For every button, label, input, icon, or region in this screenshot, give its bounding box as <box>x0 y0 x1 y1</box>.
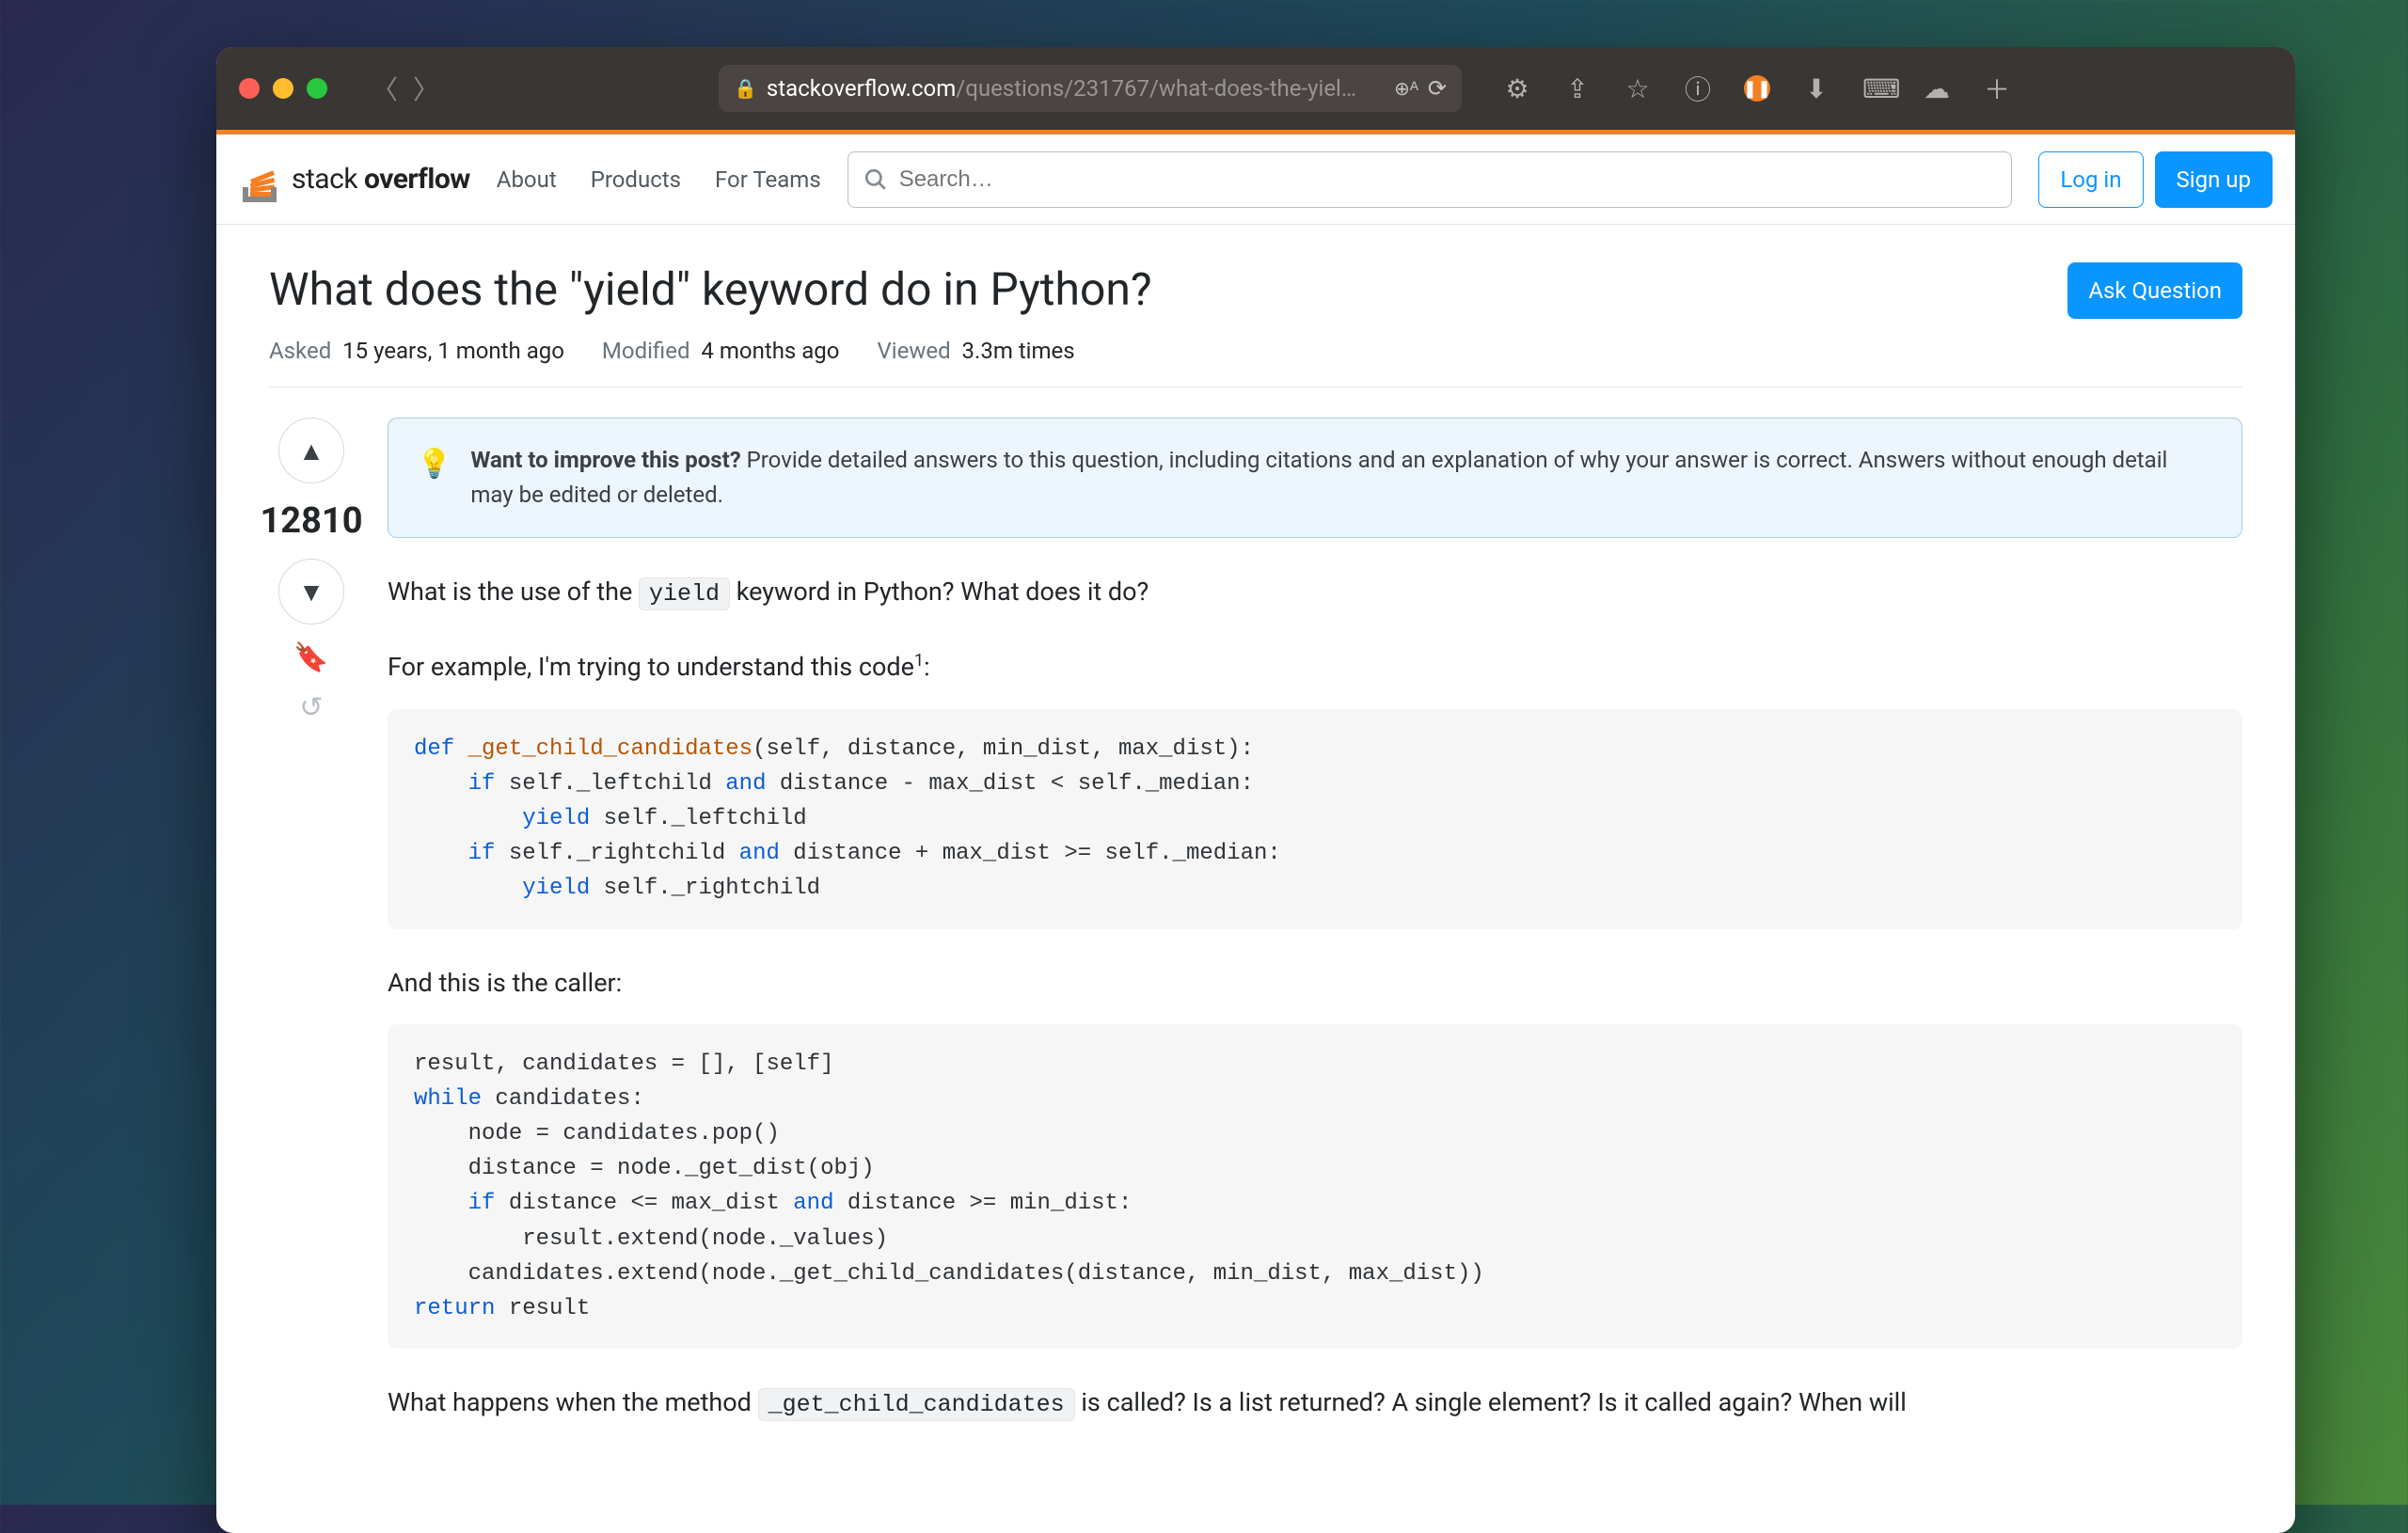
question-body: ▲ 12810 ▼ 🔖 ↺ 💡 Want to improve this pos… <box>269 418 2242 1424</box>
keyboard-icon[interactable]: ⌨ <box>1862 73 1891 104</box>
share-icon[interactable]: ⇪ <box>1563 73 1592 104</box>
search-icon <box>863 167 888 192</box>
asked-value: 15 years, 1 month ago <box>342 338 564 364</box>
inline-code-yield: yield <box>639 577 730 610</box>
lightbulb-icon: 💡 <box>417 443 452 513</box>
viewed-label: Viewed <box>877 338 950 364</box>
search-input[interactable] <box>899 166 1997 193</box>
nav-arrows: 〈 〉 <box>369 70 442 107</box>
close-window-button[interactable] <box>239 78 260 99</box>
question-meta: Asked 15 years, 1 month ago Modified 4 m… <box>269 338 2242 387</box>
question-header: What does the "yield" keyword do in Pyth… <box>269 262 2242 319</box>
toolbar-icons: ⚙︎ ⇪ ☆ ⓘ ❚❚ ⬇ ⌨ ☁ ＋ <box>1503 70 2011 107</box>
code-block-2: result, candidates = [], [self] while ca… <box>388 1024 2242 1350</box>
improve-notice: 💡 Want to improve this post? Provide det… <box>388 418 2242 538</box>
forward-button[interactable]: 〉 <box>410 70 442 107</box>
ask-question-button[interactable]: Ask Question <box>2067 262 2242 319</box>
viewed-value: 3.3m times <box>962 338 1075 364</box>
bookmark-icon[interactable]: 🔖 <box>293 641 328 674</box>
download-icon[interactable]: ⬇ <box>1802 73 1830 104</box>
url-domain: stackoverflow.com/questions/231767/what-… <box>767 75 1356 102</box>
notice-lead: Want to improve this post? <box>470 447 740 473</box>
lock-icon: 🔒 <box>734 77 757 100</box>
logo-icon <box>239 157 284 202</box>
logo-text: stack overflow <box>292 163 470 196</box>
back-button[interactable]: 〈 <box>369 70 401 107</box>
reload-icon[interactable]: ⟳ <box>1428 75 1447 102</box>
nav-products[interactable]: Products <box>591 166 681 193</box>
inline-code-method: _get_child_candidates <box>758 1388 1075 1421</box>
modified-label: Modified <box>602 338 690 364</box>
new-tab-icon[interactable]: ＋ <box>1983 70 2011 107</box>
page-content: What does the "yield" keyword do in Pyth… <box>216 225 2295 1462</box>
history-icon[interactable]: ↺ <box>299 691 323 724</box>
browser-window: 〈 〉 🔒 stackoverflow.com/questions/231767… <box>216 47 2295 1533</box>
url-trailing-icons: ⊕ᴬ ⟳ <box>1394 75 1447 102</box>
auth-buttons: Log in Sign up <box>2038 151 2273 208</box>
maximize-window-button[interactable] <box>307 78 327 99</box>
info-icon[interactable]: ⓘ <box>1684 70 1712 107</box>
nav-about[interactable]: About <box>497 166 557 193</box>
site-logo[interactable]: stack overflow <box>239 157 470 202</box>
modified-value: 4 months ago <box>701 338 839 364</box>
nav-teams[interactable]: For Teams <box>715 166 821 193</box>
minimize-window-button[interactable] <box>273 78 293 99</box>
code-block-1: def _get_child_candidates(self, distance… <box>388 709 2242 929</box>
titlebar: 〈 〉 🔒 stackoverflow.com/questions/231767… <box>216 47 2295 130</box>
paragraph-4: What happens when the method _get_child_… <box>388 1383 2242 1424</box>
site-nav: About Products For Teams <box>497 166 821 193</box>
upvote-button[interactable]: ▲ <box>278 418 344 483</box>
url-bar[interactable]: 🔒 stackoverflow.com/questions/231767/wha… <box>719 65 1462 112</box>
paragraph-2: For example, I'm trying to understand th… <box>388 647 2242 687</box>
signup-button[interactable]: Sign up <box>2155 151 2273 208</box>
cloud-icon[interactable]: ☁ <box>1923 73 1951 104</box>
traffic-lights <box>239 78 327 99</box>
post-column: 💡 Want to improve this post? Provide det… <box>388 418 2242 1424</box>
question-title: What does the "yield" keyword do in Pyth… <box>269 262 1152 316</box>
search-box[interactable] <box>848 151 2013 208</box>
star-icon[interactable]: ☆ <box>1624 73 1652 104</box>
paragraph-3: And this is the caller: <box>388 963 2242 1004</box>
vote-score: 12810 <box>261 500 363 542</box>
paragraph-1: What is the use of the yield keyword in … <box>388 572 2242 613</box>
extension-icon[interactable]: ❚❚ <box>1744 75 1770 102</box>
translate-icon[interactable]: ⊕ᴬ <box>1394 77 1418 101</box>
site-header: stack overflow About Products For Teams … <box>216 134 2295 225</box>
asked-label: Asked <box>269 338 331 364</box>
downvote-button[interactable]: ▼ <box>278 559 344 624</box>
vote-column: ▲ 12810 ▼ 🔖 ↺ <box>269 418 354 1424</box>
gear-icon[interactable]: ⚙︎ <box>1503 73 1531 104</box>
login-button[interactable]: Log in <box>2038 151 2143 208</box>
